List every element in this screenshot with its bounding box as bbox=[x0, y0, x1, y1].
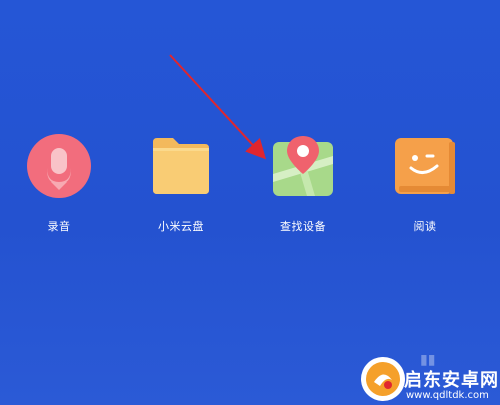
site-watermark: ▮▮ 启东安卓网 www.qdltdk.com bbox=[360, 352, 500, 405]
watermark-url: www.qdltdk.com bbox=[406, 390, 489, 401]
watermark-logo-icon bbox=[361, 357, 405, 401]
app-label-recorder: 录音 bbox=[47, 220, 71, 233]
watermark-title: 启东安卓网 bbox=[404, 370, 499, 391]
app-recorder[interactable]: 录音 bbox=[14, 134, 104, 234]
app-cloud-drive[interactable]: 小米云盘 bbox=[136, 134, 226, 234]
app-label-cloud-drive: 小米云盘 bbox=[158, 220, 204, 233]
app-label-find-device: 查找设备 bbox=[280, 220, 326, 233]
folder-icon[interactable] bbox=[149, 134, 213, 198]
app-reader[interactable]: 阅读 bbox=[380, 134, 470, 234]
map-pin-icon[interactable] bbox=[271, 134, 335, 198]
smile-book-icon[interactable] bbox=[393, 134, 457, 198]
microphone-icon[interactable] bbox=[27, 134, 91, 198]
app-find-device[interactable]: 查找设备 bbox=[258, 134, 348, 234]
app-label-reader: 阅读 bbox=[413, 220, 437, 233]
